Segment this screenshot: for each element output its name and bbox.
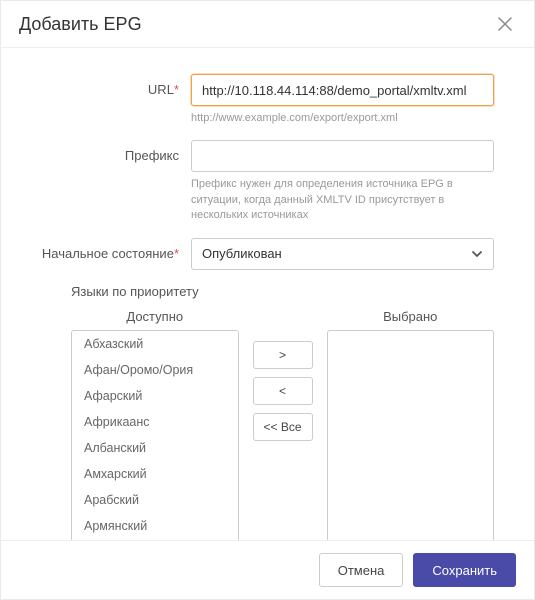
list-item[interactable]: Афан/Оромо/Ория (72, 357, 238, 383)
required-mark: * (174, 82, 179, 97)
prefix-hint: Префикс нужен для определения источника … (191, 177, 494, 223)
list-item[interactable]: Арабский (72, 487, 238, 513)
move-all-left-button[interactable]: << Все (253, 413, 313, 441)
available-column: Доступно АбхазскийАфан/Оромо/ОрияАфарски… (71, 309, 239, 540)
list-item[interactable]: Абхазский (72, 331, 238, 357)
url-field-wrap: http://www.example.com/export/export.xml (191, 74, 494, 126)
close-icon (498, 19, 512, 34)
list-item[interactable]: Армянский (72, 513, 238, 539)
url-hint: http://www.example.com/export/export.xml (191, 111, 494, 126)
save-button[interactable]: Сохранить (413, 553, 516, 587)
selected-column: Выбрано (327, 309, 495, 540)
selected-listbox[interactable] (327, 330, 495, 540)
selected-title: Выбрано (327, 309, 495, 324)
prefix-input[interactable] (191, 140, 494, 172)
languages-section-label: Языки по приоритету (71, 284, 494, 299)
languages-dual-list: Доступно АбхазскийАфан/Оромо/ОрияАфарски… (71, 309, 494, 540)
list-item[interactable]: Африкаанс (72, 409, 238, 435)
prefix-row: Префикс Префикс нужен для определения ис… (41, 140, 494, 223)
prefix-label-text: Префикс (125, 148, 179, 163)
url-label-text: URL (148, 82, 174, 97)
state-label-text: Начальное состояние (42, 246, 174, 261)
chevron-down-icon (471, 248, 483, 260)
url-row: URL* http://www.example.com/export/expor… (41, 74, 494, 126)
modal-body: URL* http://www.example.com/export/expor… (1, 48, 534, 540)
list-item[interactable]: Албанский (72, 435, 238, 461)
list-item[interactable]: Амхарский (72, 461, 238, 487)
state-row: Начальное состояние* Опубликован (41, 238, 494, 270)
state-selected-value: Опубликован (202, 246, 282, 261)
url-label: URL* (41, 74, 191, 97)
modal-title: Добавить EPG (19, 14, 142, 35)
modal-header: Добавить EPG (1, 1, 534, 48)
close-button[interactable] (494, 13, 516, 35)
move-left-button[interactable]: < (253, 377, 313, 405)
state-field-wrap: Опубликован (191, 238, 494, 270)
prefix-label: Префикс (41, 140, 191, 163)
list-item[interactable]: Афарский (72, 383, 238, 409)
cancel-button[interactable]: Отмена (319, 553, 404, 587)
modal-footer: Отмена Сохранить (1, 540, 534, 599)
move-right-button[interactable]: > (253, 341, 313, 369)
available-title: Доступно (71, 309, 239, 324)
available-listbox[interactable]: АбхазскийАфан/Оромо/ОрияАфарскийАфрикаан… (71, 330, 239, 540)
state-label: Начальное состояние* (41, 238, 191, 261)
transfer-buttons: > < << Все (253, 309, 313, 540)
url-input[interactable] (191, 74, 494, 106)
add-epg-modal: Добавить EPG URL* http://www.example.com… (0, 0, 535, 600)
prefix-field-wrap: Префикс нужен для определения источника … (191, 140, 494, 223)
required-mark: * (174, 246, 179, 261)
state-select[interactable]: Опубликован (191, 238, 494, 270)
